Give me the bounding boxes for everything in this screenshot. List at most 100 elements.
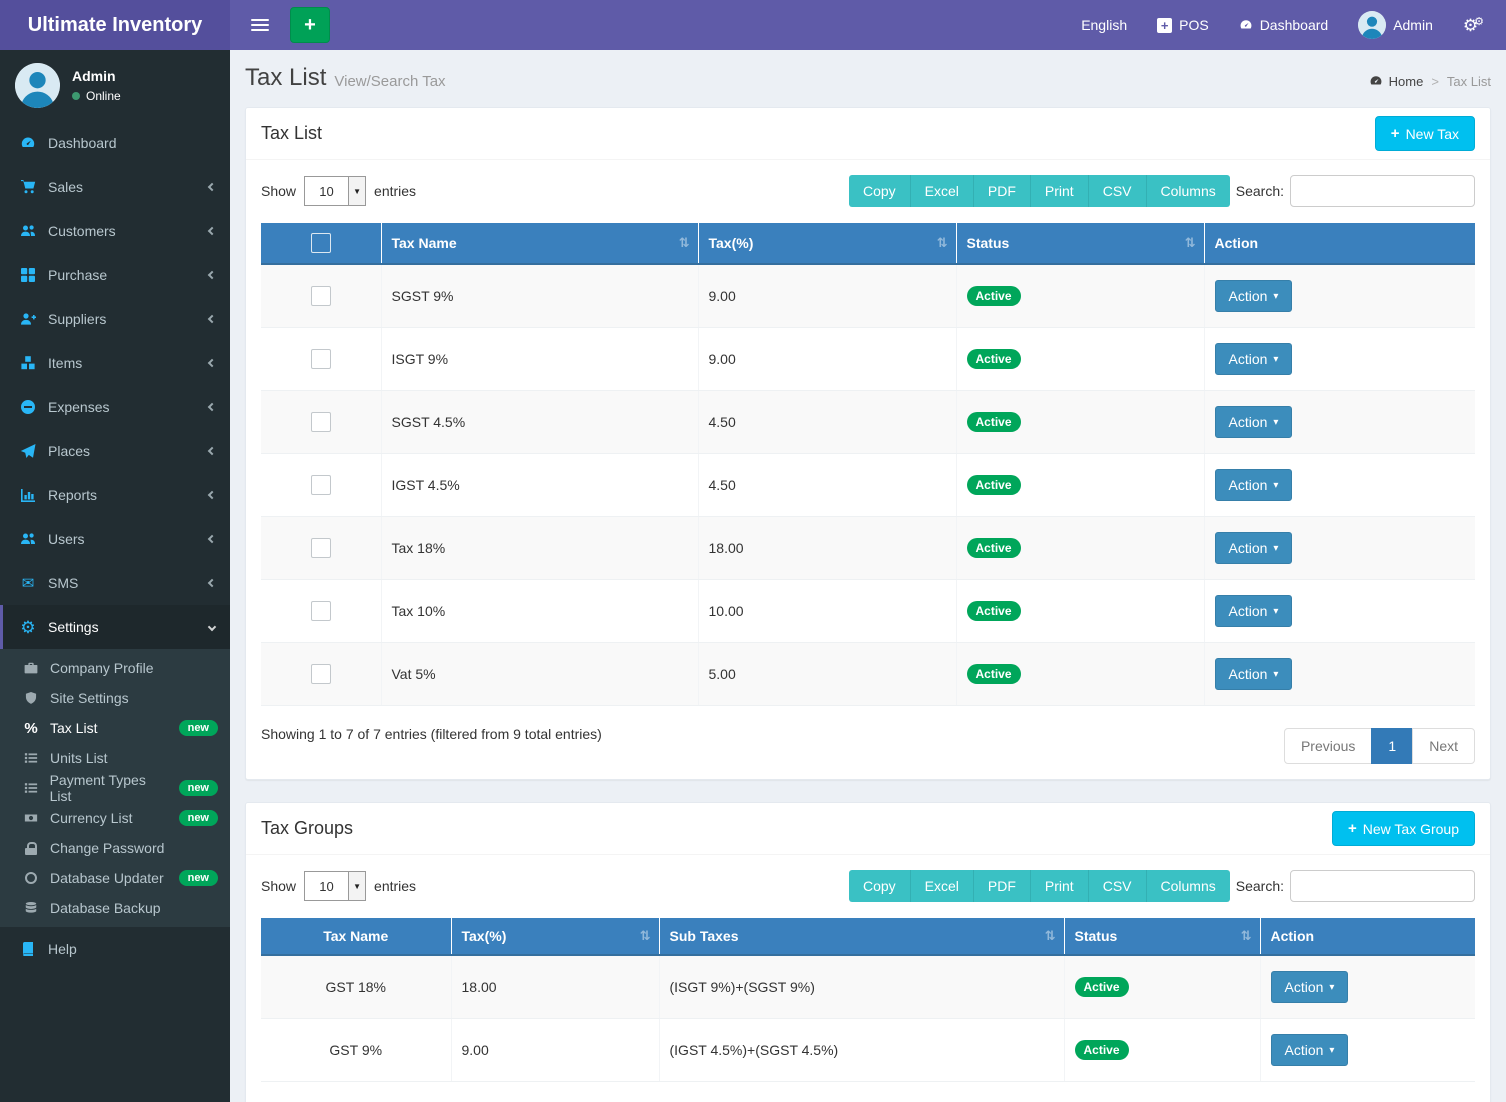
- action-dropdown-button[interactable]: Action▾: [1215, 595, 1293, 627]
- table-row: SGST 4.5% 4.50 Active Action▾: [261, 391, 1475, 454]
- sidebar-item-suppliers[interactable]: Suppliers: [0, 297, 230, 341]
- list-icon: [22, 781, 40, 795]
- columns-button[interactable]: Columns: [1147, 870, 1230, 902]
- select-all-checkbox[interactable]: [311, 233, 331, 253]
- pdf-button[interactable]: PDF: [974, 870, 1031, 902]
- nav-language[interactable]: English: [1081, 17, 1127, 33]
- page-title: Tax List: [245, 64, 326, 92]
- table-row: GST 9% 9.00 (IGST 4.5%)+(SGST 4.5%) Acti…: [261, 1019, 1475, 1082]
- new-tax-button[interactable]: + New Tax: [1375, 116, 1475, 151]
- tax-groups-panel: Tax Groups + New Tax Group Show 10 ▼ ent…: [245, 802, 1491, 1102]
- caret-down-icon: ▾: [1273, 606, 1278, 617]
- submenu-item-tax-list[interactable]: % Tax List new: [0, 713, 230, 743]
- search-input[interactable]: [1290, 175, 1475, 207]
- sidebar-item-help[interactable]: Help: [0, 927, 230, 971]
- status-badge: Active: [967, 538, 1021, 558]
- column-header-sub-taxes[interactable]: Sub Taxes⇅: [659, 918, 1064, 955]
- submenu-item-database-backup[interactable]: Database Backup: [0, 893, 230, 923]
- copy-button[interactable]: Copy: [849, 870, 911, 902]
- row-checkbox[interactable]: [311, 349, 331, 369]
- sidebar-toggle-icon[interactable]: [238, 0, 282, 50]
- sidebar-item-dashboard[interactable]: Dashboard: [0, 121, 230, 165]
- pdf-button[interactable]: PDF: [974, 175, 1031, 207]
- submenu-item-database-updater[interactable]: Database Updater new: [0, 863, 230, 893]
- quick-add-button[interactable]: +: [290, 7, 330, 43]
- action-dropdown-button[interactable]: Action▾: [1271, 1034, 1349, 1066]
- book-icon: [18, 941, 38, 957]
- action-dropdown-button[interactable]: Action▾: [1215, 532, 1293, 564]
- action-dropdown-button[interactable]: Action▾: [1215, 343, 1293, 375]
- row-checkbox[interactable]: [311, 601, 331, 621]
- tax-name-cell: IGST 4.5%: [381, 454, 698, 517]
- caret-down-icon: ▾: [1273, 354, 1278, 365]
- sidebar-item-items[interactable]: Items: [0, 341, 230, 385]
- chevron-left-icon: [208, 227, 216, 235]
- sidebar-item-purchase[interactable]: Purchase: [0, 253, 230, 297]
- sidebar-item-sms[interactable]: ✉ SMS: [0, 561, 230, 605]
- search-label: Search:: [1236, 878, 1284, 894]
- search-label: Search:: [1236, 183, 1284, 199]
- row-checkbox[interactable]: [311, 538, 331, 558]
- action-dropdown-button[interactable]: Action▾: [1215, 469, 1293, 501]
- print-button[interactable]: Print: [1031, 870, 1089, 902]
- sidebar-item-reports[interactable]: Reports: [0, 473, 230, 517]
- column-header-tax-name[interactable]: Tax Name⇅: [381, 223, 698, 264]
- page-length-select[interactable]: 10 ▼: [304, 176, 366, 206]
- columns-button[interactable]: Columns: [1147, 175, 1230, 207]
- tachometer-icon: [18, 135, 38, 151]
- table-row: Vat 5% 5.00 Active Action▾: [261, 643, 1475, 706]
- action-dropdown-button[interactable]: Action▾: [1215, 658, 1293, 690]
- avatar: [1358, 11, 1386, 39]
- minus-circle-icon: [18, 399, 38, 415]
- row-checkbox[interactable]: [311, 286, 331, 306]
- action-dropdown-button[interactable]: Action▾: [1215, 280, 1293, 312]
- sidebar-item-customers[interactable]: Customers: [0, 209, 230, 253]
- sidebar-item-settings[interactable]: ⚙ Settings: [0, 605, 230, 649]
- csv-button[interactable]: CSV: [1089, 175, 1147, 207]
- search-input[interactable]: [1290, 870, 1475, 902]
- column-header-status[interactable]: Status⇅: [1064, 918, 1260, 955]
- print-button[interactable]: Print: [1031, 175, 1089, 207]
- page-1-button[interactable]: 1: [1371, 728, 1413, 764]
- users-icon: [18, 531, 38, 547]
- caret-down-icon: ▾: [1273, 417, 1278, 428]
- row-checkbox[interactable]: [311, 475, 331, 495]
- sidebar-item-expenses[interactable]: Expenses: [0, 385, 230, 429]
- submenu-item-units-list[interactable]: Units List: [0, 743, 230, 773]
- top-navbar: Ultimate Inventory + English + POS Dashb…: [0, 0, 1506, 50]
- column-header-tax-percent[interactable]: Tax(%)⇅: [698, 223, 956, 264]
- nav-settings[interactable]: ⚙⚙: [1463, 17, 1484, 34]
- submenu-item-change-password[interactable]: Change Password: [0, 833, 230, 863]
- sidebar-item-users[interactable]: Users: [0, 517, 230, 561]
- plus-icon: +: [1348, 820, 1357, 837]
- sort-icon: ⇅: [1045, 928, 1056, 944]
- excel-button[interactable]: Excel: [911, 175, 974, 207]
- row-checkbox[interactable]: [311, 664, 331, 684]
- column-header-tax-percent[interactable]: Tax(%)⇅: [451, 918, 659, 955]
- submenu-item-company-profile[interactable]: Company Profile: [0, 653, 230, 683]
- row-checkbox[interactable]: [311, 412, 331, 432]
- next-page-button[interactable]: Next: [1412, 728, 1475, 764]
- sidebar-item-sales[interactable]: Sales: [0, 165, 230, 209]
- nav-dashboard[interactable]: Dashboard: [1239, 17, 1329, 33]
- excel-button[interactable]: Excel: [911, 870, 974, 902]
- submenu-item-payment-types-list[interactable]: Payment Types List new: [0, 773, 230, 803]
- action-dropdown-button[interactable]: Action▾: [1215, 406, 1293, 438]
- copy-button[interactable]: Copy: [849, 175, 911, 207]
- nav-pos[interactable]: + POS: [1157, 17, 1209, 33]
- column-header-status[interactable]: Status⇅: [956, 223, 1204, 264]
- breadcrumb-home[interactable]: Home: [1369, 74, 1424, 89]
- page-length-select[interactable]: 10 ▼: [304, 871, 366, 901]
- new-tax-group-button[interactable]: + New Tax Group: [1332, 811, 1475, 846]
- action-dropdown-button[interactable]: Action▾: [1271, 971, 1349, 1003]
- brand-logo[interactable]: Ultimate Inventory: [0, 0, 230, 50]
- sidebar-item-places[interactable]: Places: [0, 429, 230, 473]
- new-badge: new: [179, 780, 218, 796]
- sidebar-user-status: Online: [86, 89, 121, 103]
- submenu-item-site-settings[interactable]: Site Settings: [0, 683, 230, 713]
- submenu-item-currency-list[interactable]: Currency List new: [0, 803, 230, 833]
- csv-button[interactable]: CSV: [1089, 870, 1147, 902]
- nav-user[interactable]: Admin: [1358, 11, 1433, 39]
- new-badge: new: [179, 810, 218, 826]
- previous-page-button[interactable]: Previous: [1284, 728, 1372, 764]
